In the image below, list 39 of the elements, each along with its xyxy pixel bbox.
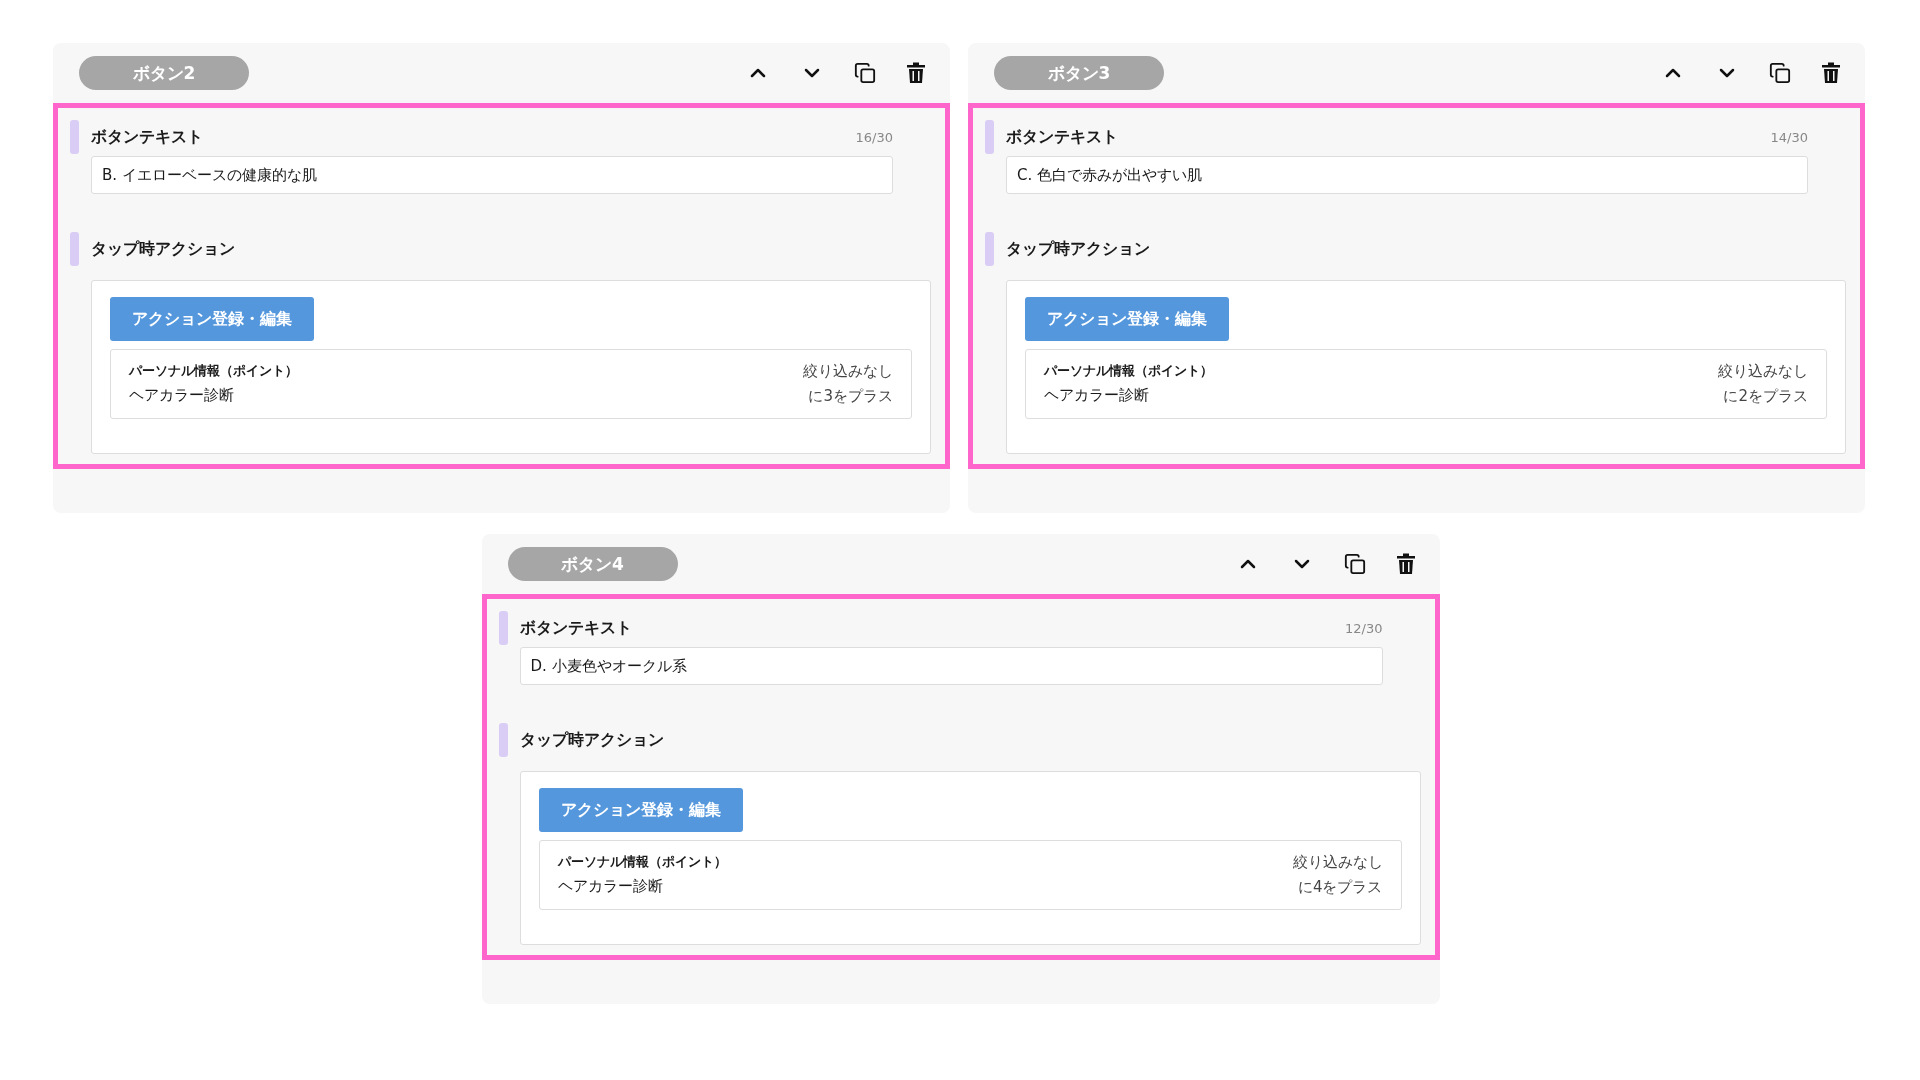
copy-icon bbox=[854, 62, 876, 84]
button-text-field[interactable]: D. 小麦色やオークル系 bbox=[519, 647, 1383, 685]
field-label: ボタンテキスト bbox=[519, 617, 633, 639]
section-marker bbox=[985, 120, 994, 154]
info-category: パーソナル情報（ポイント） bbox=[1044, 362, 1213, 380]
copy-icon bbox=[1769, 62, 1791, 84]
trash-icon bbox=[906, 62, 926, 84]
info-item: ヘアカラー診断 bbox=[557, 877, 663, 896]
info-item: ヘアカラー診断 bbox=[1044, 386, 1149, 405]
info-category: パーソナル情報（ポイント） bbox=[557, 853, 727, 871]
filter-text: 絞り込みなし bbox=[1292, 853, 1383, 872]
filter-text: 絞り込みなし bbox=[1718, 362, 1808, 381]
points-text: に3をプラス bbox=[808, 387, 893, 406]
points-text: に2をプラス bbox=[1723, 387, 1808, 406]
trash-icon bbox=[1395, 553, 1416, 575]
field-label: ボタンテキスト bbox=[91, 126, 204, 148]
info-item: ヘアカラー診断 bbox=[129, 386, 234, 405]
character-counter: 16/30 bbox=[855, 129, 893, 145]
field-label: ボタンテキスト bbox=[1006, 126, 1119, 148]
filter-text: 絞り込みなし bbox=[803, 362, 893, 381]
section-marker bbox=[70, 120, 79, 154]
section-label: タップ時アクション bbox=[1006, 238, 1151, 260]
trash-icon bbox=[1821, 62, 1841, 84]
section-label: タップ時アクション bbox=[519, 729, 665, 751]
section-marker bbox=[70, 232, 79, 266]
copy-icon bbox=[1343, 553, 1366, 575]
section-label: タップ時アクション bbox=[91, 238, 236, 260]
character-counter: 14/30 bbox=[1770, 129, 1808, 145]
button-text-field[interactable]: B. イエローベースの健康的な肌 bbox=[91, 156, 893, 194]
button-number-badge: ボタン3 bbox=[994, 56, 1164, 90]
info-category: パーソナル情報（ポイント） bbox=[129, 362, 298, 380]
button-text-field[interactable]: C. 色白で赤みが出やすい肌 bbox=[1006, 156, 1808, 194]
points-text: に4をプラス bbox=[1297, 878, 1383, 897]
character-counter: 12/30 bbox=[1345, 620, 1383, 636]
button-number-badge: ボタン2 bbox=[79, 56, 249, 90]
section-marker bbox=[985, 232, 994, 266]
section-marker bbox=[498, 723, 508, 757]
section-marker bbox=[498, 611, 508, 645]
button-number-badge: ボタン4 bbox=[507, 547, 678, 581]
